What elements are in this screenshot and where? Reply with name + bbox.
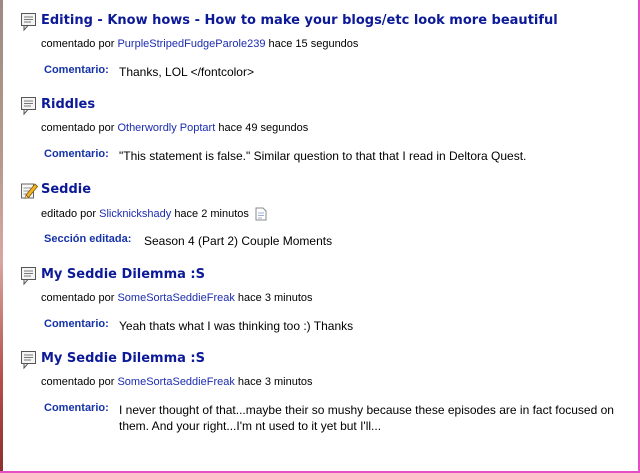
entry-user-link[interactable]: Otherwordly Poptart	[117, 122, 215, 134]
entry-time: hace 3 minutos	[237, 292, 313, 304]
feed-entry: Riddles comentado por Otherwordly Poptar…	[20, 96, 630, 163]
window-left-edge	[0, 0, 3, 473]
entry-action: editado por	[41, 207, 97, 220]
comment-icon	[21, 97, 36, 116]
detail-label: Sección editada:	[44, 233, 132, 245]
entry-time: hace 15 segundos	[268, 38, 359, 50]
entry-title-link[interactable]: Editing - Know hows - How to make your b…	[41, 13, 558, 28]
entry-time: hace 2 minutos	[174, 207, 249, 220]
entry-title-link[interactable]: My Seddie Dilemma :S	[41, 267, 205, 282]
feed-entry: Editing - Know hows - How to make your b…	[20, 12, 630, 79]
feed-entry: My Seddie Dilemma :S comentado por SomeS…	[20, 266, 630, 333]
detail-text: "This statement is false." Similar quest…	[119, 149, 527, 163]
entry-title-row: My Seddie Dilemma :S	[20, 266, 630, 288]
entry-byline: comentado por Otherwordly Poptart hace 4…	[41, 122, 308, 134]
detail-label: Comentario:	[44, 64, 109, 76]
entry-action: comentado por	[41, 122, 115, 134]
entry-action: comentado por	[41, 292, 115, 304]
entry-title-row: Riddles	[20, 96, 630, 118]
entry-time: hace 3 minutos	[237, 376, 313, 388]
comment-icon	[21, 351, 36, 370]
entry-user-link[interactable]: Slicknickshady	[99, 208, 171, 220]
entry-user-link[interactable]: PurpleStripedFudgeParole239	[117, 38, 265, 50]
entry-user-link[interactable]: SomeSortaSeddieFreak	[117, 292, 234, 304]
entry-action: comentado por	[41, 38, 115, 50]
edit-pencil-icon	[21, 183, 38, 199]
detail-text: Season 4 (Part 2) Couple Moments	[144, 234, 333, 248]
comment-icon	[21, 267, 36, 286]
detail-label: Comentario:	[44, 148, 109, 160]
detail-label: Comentario:	[44, 318, 109, 330]
entry-title-row: Editing - Know hows - How to make your b…	[20, 12, 630, 34]
entry-byline: comentado por PurpleStripedFudgeParole23…	[41, 38, 358, 50]
entry-byline: comentado por SomeSortaSeddieFreak hace …	[41, 376, 313, 388]
entry-user-link[interactable]: SomeSortaSeddieFreak	[117, 376, 234, 388]
feed-entry: Seddie editado por Slicknickshady hace 2…	[20, 181, 630, 248]
feed-entry: My Seddie Dilemma :S comentado por SomeS…	[20, 350, 630, 433]
detail-label: Comentario:	[44, 402, 109, 414]
entry-title-link[interactable]: My Seddie Dilemma :S	[41, 351, 205, 366]
entry-action: comentado por	[41, 376, 115, 388]
detail-text: Thanks, LOL </fontcolor>	[119, 65, 254, 79]
comment-icon	[21, 13, 36, 32]
entry-title-row: My Seddie Dilemma :S	[20, 350, 630, 372]
detail-text: I never thought of that...maybe their so…	[119, 403, 614, 433]
entry-title-link[interactable]: Riddles	[41, 97, 95, 112]
entry-title-row: Seddie	[20, 181, 630, 203]
entry-title-link[interactable]: Seddie	[41, 182, 91, 197]
diff-page-icon[interactable]	[255, 207, 267, 221]
detail-text: Yeah thats what I was thinking too :) Th…	[119, 319, 354, 333]
entry-byline: comentado por SomeSortaSeddieFreak hace …	[41, 292, 313, 304]
entry-byline: editado por Slicknickshady hace 2 minuto…	[41, 207, 267, 221]
entry-time: hace 49 segundos	[218, 122, 309, 134]
